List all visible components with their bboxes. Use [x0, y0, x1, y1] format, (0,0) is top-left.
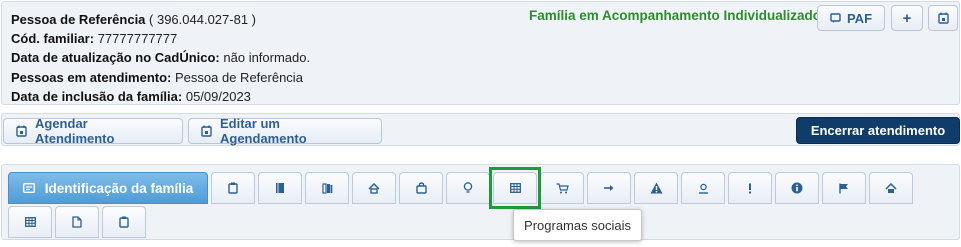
- comment-icon: [830, 12, 841, 24]
- edit-appointment-button[interactable]: Editar um Agendamento: [188, 116, 382, 146]
- persons-value: Pessoa de Referência: [175, 69, 303, 85]
- update-value: não informado.: [223, 50, 311, 66]
- tab-arrow[interactable]: [587, 172, 631, 204]
- table-icon: [24, 217, 36, 227]
- exclamation-icon: [748, 183, 752, 194]
- tab-highlight-frame: [489, 167, 541, 209]
- clipboard-icon: [228, 182, 238, 194]
- document-icon: [72, 216, 82, 228]
- family-code-label: Cód. familiar:: [11, 31, 95, 47]
- user-circle-icon: [698, 183, 709, 194]
- tooltip-social-programs: Programas sociais: [513, 209, 642, 241]
- paf-button-label: PAF: [846, 10, 873, 26]
- tab-house[interactable]: [352, 172, 396, 204]
- edit-appointment-label: Editar um Agendamento: [220, 116, 307, 146]
- books-icon: [321, 182, 333, 194]
- calendar-icon: [16, 125, 27, 137]
- reference-label: Pessoa de Referência: [11, 12, 146, 27]
- tab-clipboard[interactable]: [211, 172, 255, 204]
- tab-family-identification[interactable]: Identificação da família: [8, 172, 208, 204]
- warning-icon: [650, 182, 663, 194]
- tab-book[interactable]: [258, 172, 302, 204]
- id-card-icon: [22, 183, 35, 193]
- reference-line: Pessoa de Referência ( 396.044.027-81 ): [11, 10, 310, 29]
- calendar-icon: [201, 125, 212, 137]
- reference-cpf: ( 396.044.027-81 ): [149, 12, 256, 27]
- tab-bag[interactable]: [399, 172, 443, 204]
- tab-flag[interactable]: [822, 172, 866, 204]
- action-bar: Agendar Atendimento Editar um Agendament…: [1, 113, 960, 146]
- persons-line: Pessoas em atendimento: Pessoa de Referê…: [11, 68, 310, 87]
- tab-user[interactable]: [681, 172, 725, 204]
- tab-info[interactable]: [775, 172, 819, 204]
- family-code-line: Cód. familiar: 77777777777: [11, 29, 310, 48]
- tab-cart[interactable]: [540, 172, 584, 204]
- paf-button[interactable]: PAF: [817, 5, 885, 31]
- family-status-text: Família em Acompanhamento Individualizad…: [529, 8, 822, 23]
- arrow-right-icon: [603, 183, 615, 193]
- tab-warning[interactable]: [634, 172, 678, 204]
- update-label: Data de atualização no CadÚnico:: [11, 50, 220, 66]
- cart-icon: [556, 182, 569, 194]
- home-icon: [885, 182, 897, 194]
- inclusion-value: 05/09/2023: [185, 88, 251, 104]
- clipboard-icon: [119, 216, 129, 228]
- persons-label: Pessoas em atendimento:: [11, 69, 172, 85]
- tab-home[interactable]: [869, 172, 913, 204]
- schedule-appointment-button[interactable]: Agendar Atendimento: [3, 116, 183, 146]
- book-icon: [275, 182, 285, 194]
- calendar-button[interactable]: [928, 5, 958, 31]
- tab-books[interactable]: [305, 172, 349, 204]
- inclusion-label: Data de inclusão da família:: [11, 88, 183, 104]
- family-info-panel: Pessoa de Referência ( 396.044.027-81 ) …: [1, 1, 960, 105]
- update-line: Data de atualização no CadÚnico: não inf…: [11, 48, 310, 67]
- end-attendance-button[interactable]: Encerrar atendimento: [796, 117, 960, 144]
- tab-grid[interactable]: [8, 206, 52, 238]
- plus-icon: +: [902, 9, 912, 27]
- add-button[interactable]: +: [891, 5, 923, 31]
- tab-family-identification-label: Identificação da família: [44, 180, 194, 196]
- tab-bulb[interactable]: [446, 172, 490, 204]
- house-icon: [368, 182, 380, 194]
- tab-exclamation[interactable]: [728, 172, 772, 204]
- schedule-appointment-label: Agendar Atendimento: [35, 116, 115, 146]
- flag-icon: [839, 183, 849, 194]
- family-info-lines: Pessoa de Referência ( 396.044.027-81 ) …: [11, 10, 310, 106]
- bag-icon: [415, 182, 427, 194]
- info-icon: [791, 182, 803, 194]
- tab-clipboard-2[interactable]: [102, 206, 146, 238]
- family-code-value: 77777777777: [97, 31, 178, 47]
- calendar-icon: [937, 12, 949, 24]
- tab-document[interactable]: [55, 206, 99, 238]
- bulb-icon: [463, 182, 473, 194]
- inclusion-line: Data de inclusão da família: 05/09/2023: [11, 87, 310, 106]
